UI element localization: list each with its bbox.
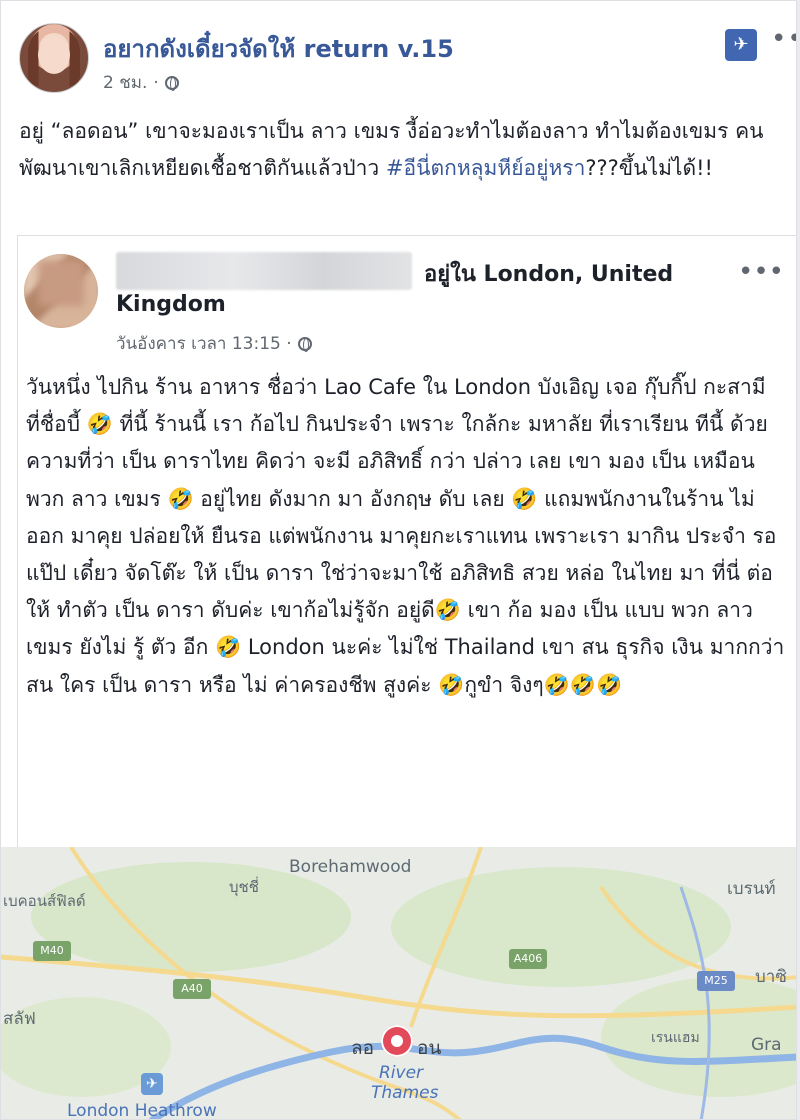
shared-author-avatar[interactable] [24,254,98,328]
map-label-bushey: บุชชี่ [229,878,259,896]
map-label-thames: Thames [371,1083,439,1103]
map-label-london-end: อน [417,1037,442,1059]
globe-icon [297,336,312,352]
page-name-link[interactable]: อยากดังเดี๋ยวจัดให้ return v.15 [103,29,454,68]
airport-icon: ✈ [141,1073,163,1095]
map-label-brentwood: เบรนท์ [727,879,776,899]
location-pin-icon[interactable] [381,1025,413,1057]
post-time[interactable]: 2 ชม. [103,69,147,96]
map-label-basildon: บาซิ [755,967,787,987]
post-body: อยู่ “ลอดอน” เขาจะมองเราเป็น ลาว เขมร งี… [19,113,779,187]
road-badge-m40: M40 [33,941,71,961]
more-options-button[interactable]: ••• [771,26,796,52]
map-label-beaconsfield: เบคอนส์ฟิลด์ [3,892,86,910]
pin-icon[interactable]: ✈ [725,29,757,61]
shared-more-options-button[interactable]: ••• [738,259,784,285]
shared-post-time[interactable]: วันอังคาร เวลา 13:15 · [116,330,292,357]
post-text-end: ???ขึ้นไม่ได้!! [585,156,713,180]
globe-icon [164,75,179,91]
shared-location-line1[interactable]: อยู่ใน London, United [424,256,673,291]
map-label-slough: สลัฟ [3,1009,36,1029]
redacted-author-name [116,252,412,290]
map-label-london: ลอ [351,1037,375,1059]
location-map[interactable]: Borehamwood บุชชี่ เบคอนส์ฟิลด์ เบรนท์ บ… [1,847,796,1120]
map-label-borehamwood: Borehamwood [289,857,412,877]
road-badge-a406: A406 [509,949,547,969]
shared-post-meta: วันอังคาร เวลา 13:15 · [116,330,312,357]
hashtag-link[interactable]: #อีนี่ตกหลุมหีย์อยู่หรา [386,156,585,180]
post-header: อยากดังเดี๋ยวจัดให้ return v.15 2 ชม. · … [19,19,796,93]
shared-location-line2[interactable]: Kingdom [116,292,226,317]
page-avatar[interactable] [19,23,89,93]
map-label-rainham: เรนแฮม [651,1030,700,1046]
shared-post-text: วันหนึ่ง ไปกิน ร้าน อาหาร ชื่อว่า Lao Ca… [26,375,785,697]
road-badge-m25: M25 [697,971,735,991]
facebook-post-card: อยากดังเดี๋ยวจัดให้ return v.15 2 ชม. · … [0,0,797,1120]
map-label-river: River [379,1063,424,1083]
post-meta: 2 ชม. · [103,69,179,96]
road-badge-a40: A40 [173,979,211,999]
map-label-gravesend: Gra [751,1035,782,1055]
map-label-heathrow: London Heathrow [67,1101,217,1120]
